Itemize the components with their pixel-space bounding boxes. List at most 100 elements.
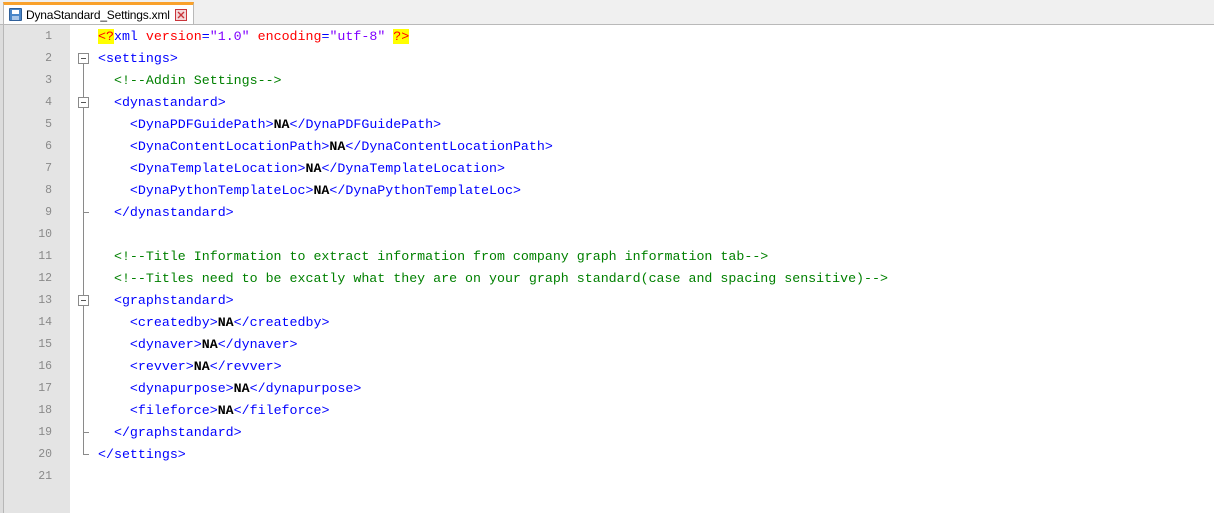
code-line[interactable]: 18 <fileforce>NA</fileforce> xyxy=(0,400,1214,422)
fold-guide xyxy=(70,26,96,48)
code-token: NA xyxy=(305,161,322,176)
code-line[interactable]: 6 <DynaContentLocationPath>NA</DynaConte… xyxy=(0,136,1214,158)
fold-guide xyxy=(70,378,96,400)
fold-guide xyxy=(70,136,96,158)
code-token: <DynaPythonTemplateLoc> xyxy=(98,183,314,198)
code-token: </DynaContentLocationPath> xyxy=(345,139,553,154)
line-number: 4 xyxy=(45,96,52,109)
file-tab[interactable]: DynaStandard_Settings.xml xyxy=(3,2,194,24)
fold-guide xyxy=(70,202,96,224)
code-token: <createdby> xyxy=(98,315,218,330)
code-line[interactable]: 16 <revver>NA</revver> xyxy=(0,356,1214,378)
code-text: <settings> xyxy=(98,48,178,70)
code-line[interactable]: 21 xyxy=(0,466,1214,488)
code-line[interactable]: 17 <dynapurpose>NA</dynapurpose> xyxy=(0,378,1214,400)
code-text: <DynaPDFGuidePath>NA</DynaPDFGuidePath> xyxy=(98,114,441,136)
code-line[interactable]: 12 <!--Titles need to be excatly what th… xyxy=(0,268,1214,290)
code-text: <dynaver>NA</dynaver> xyxy=(98,334,298,356)
fold-guide xyxy=(70,268,96,290)
line-number: 17 xyxy=(38,382,52,395)
code-text: <fileforce>NA</fileforce> xyxy=(98,400,330,422)
code-text: <revver>NA</revver> xyxy=(98,356,282,378)
fold-guide xyxy=(70,180,96,202)
line-number: 14 xyxy=(38,316,52,329)
code-line[interactable]: 13 <graphstandard> xyxy=(0,290,1214,312)
fold-guide xyxy=(70,246,96,268)
code-text: <createdby>NA</createdby> xyxy=(98,312,330,334)
code-line[interactable]: 3 <!--Addin Settings--> xyxy=(0,70,1214,92)
fold-guide xyxy=(70,466,96,488)
tab-filename: DynaStandard_Settings.xml xyxy=(26,7,170,22)
code-token: NA xyxy=(193,359,210,374)
code-text: <dynastandard> xyxy=(98,92,226,114)
code-text: <dynapurpose>NA</dynapurpose> xyxy=(98,378,361,400)
code-token: </dynapurpose> xyxy=(249,381,362,396)
code-text: <DynaTemplateLocation>NA</DynaTemplateLo… xyxy=(98,158,505,180)
fold-guide xyxy=(70,70,96,92)
fold-toggle-icon[interactable] xyxy=(70,92,96,114)
code-text: <!--Addin Settings--> xyxy=(98,70,282,92)
code-text: <?xml version="1.0" encoding="utf-8" ?> xyxy=(98,26,410,48)
line-number: 1 xyxy=(45,30,52,43)
code-token: </DynaPythonTemplateLoc> xyxy=(329,183,521,198)
code-line[interactable]: 2 <settings> xyxy=(0,48,1214,70)
code-line[interactable]: 9 </dynastandard> xyxy=(0,202,1214,224)
fold-toggle-icon[interactable] xyxy=(70,48,96,70)
line-number: 5 xyxy=(45,118,52,131)
line-number: 13 xyxy=(38,294,52,307)
code-token: NA xyxy=(313,183,330,198)
code-token: NA xyxy=(217,403,234,418)
code-text: </graphstandard> xyxy=(98,422,242,444)
code-line[interactable]: 8 <DynaPythonTemplateLoc>NA</DynaPythonT… xyxy=(0,180,1214,202)
code-token: NA xyxy=(201,337,218,352)
code-token: </dynaver> xyxy=(217,337,298,352)
save-icon xyxy=(9,8,22,21)
code-line[interactable]: 15 <dynaver>NA</dynaver> xyxy=(0,334,1214,356)
code-line[interactable]: 10 xyxy=(0,224,1214,246)
code-line[interactable]: 11 <!--Title Information to extract info… xyxy=(0,246,1214,268)
code-line[interactable]: 1 <?xml version="1.0" encoding="utf-8" ?> xyxy=(0,26,1214,48)
code-token: </dynastandard> xyxy=(98,205,234,220)
line-number: 9 xyxy=(45,206,52,219)
fold-guide xyxy=(70,114,96,136)
fold-guide xyxy=(70,422,96,444)
line-number: 10 xyxy=(38,228,52,241)
close-icon[interactable] xyxy=(174,8,187,21)
code-text: </dynastandard> xyxy=(98,202,234,224)
code-token: <revver> xyxy=(98,359,194,374)
code-token: <dynaver> xyxy=(98,337,202,352)
line-number: 16 xyxy=(38,360,52,373)
code-line[interactable]: 7 <DynaTemplateLocation>NA</DynaTemplate… xyxy=(0,158,1214,180)
code-token: </DynaPDFGuidePath> xyxy=(289,117,442,132)
code-token: </graphstandard> xyxy=(98,425,242,440)
code-token: <!--Addin Settings--> xyxy=(98,73,282,88)
code-token: "1.0" xyxy=(209,29,250,44)
line-number: 15 xyxy=(38,338,52,351)
line-number: 18 xyxy=(38,404,52,417)
code-line[interactable]: 20 </settings> xyxy=(0,444,1214,466)
code-token: <graphstandard> xyxy=(98,293,234,308)
code-token: <settings> xyxy=(98,51,178,66)
fold-guide xyxy=(70,400,96,422)
code-text: <DynaContentLocationPath>NA</DynaContent… xyxy=(98,136,553,158)
line-number: 3 xyxy=(45,74,52,87)
code-line[interactable]: 19 </graphstandard> xyxy=(0,422,1214,444)
line-number: 12 xyxy=(38,272,52,285)
code-token: </createdby> xyxy=(233,315,330,330)
line-number: 20 xyxy=(38,448,52,461)
line-number: 2 xyxy=(45,52,52,65)
line-number: 6 xyxy=(45,140,52,153)
code-line[interactable]: 14 <createdby>NA</createdby> xyxy=(0,312,1214,334)
code-token: <!--Titles need to be excatly what they … xyxy=(98,271,888,286)
code-token: "utf-8" xyxy=(329,29,386,44)
code-line[interactable]: 4 <dynastandard> xyxy=(0,92,1214,114)
line-number: 21 xyxy=(38,470,52,483)
code-token: <DynaTemplateLocation> xyxy=(98,161,306,176)
code-token: <dynapurpose> xyxy=(98,381,234,396)
code-text: </settings> xyxy=(98,444,186,466)
fold-guide xyxy=(70,312,96,334)
fold-toggle-icon[interactable] xyxy=(70,290,96,312)
code-line[interactable]: 5 <DynaPDFGuidePath>NA</DynaPDFGuidePath… xyxy=(0,114,1214,136)
code-text: <!--Title Information to extract informa… xyxy=(98,246,768,268)
code-token: NA xyxy=(233,381,250,396)
